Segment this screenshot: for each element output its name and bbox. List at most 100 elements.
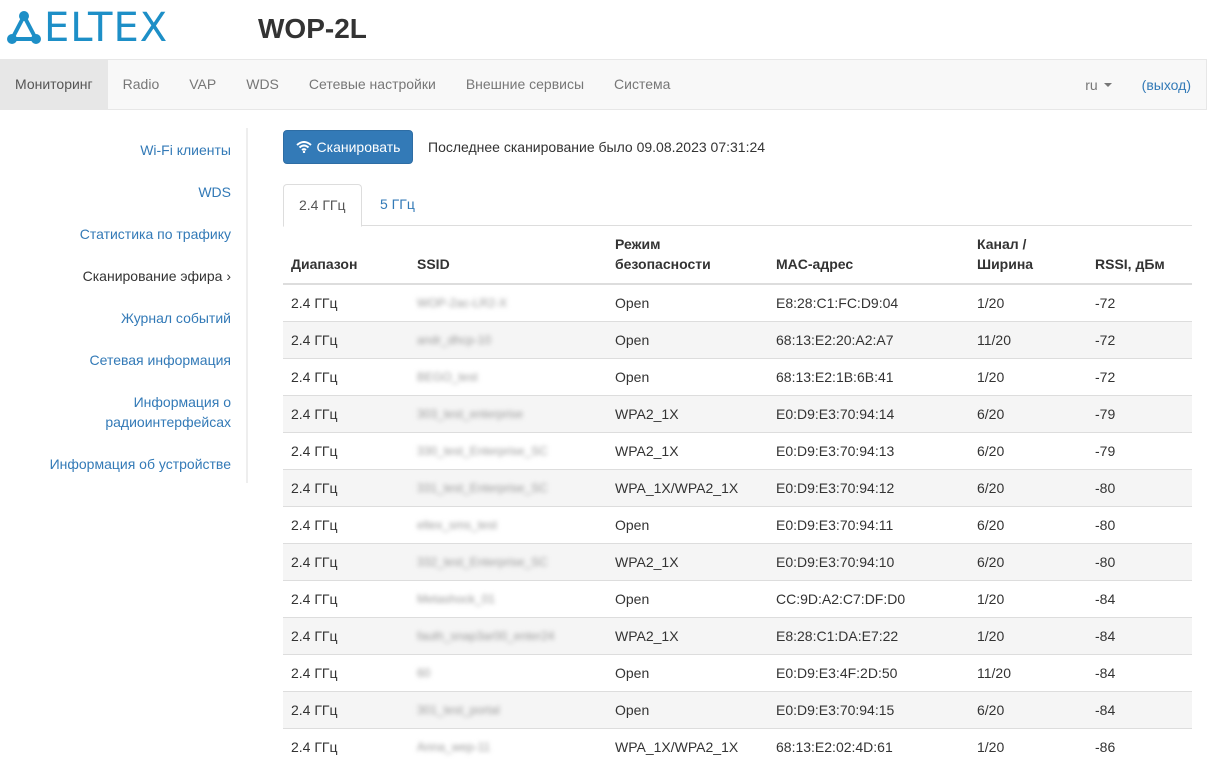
cell-ssid: BEGO_test — [409, 357, 607, 395]
table-row[interactable]: 2.4 ГГц andr_dhcp-10 Open 68:13:E2:20:A2:A7… — [283, 320, 1192, 358]
cell-security: Open — [607, 690, 768, 728]
cell-security: Open — [607, 653, 768, 691]
cell-band: 2.4 ГГц — [283, 727, 409, 765]
device-title: WOP-2L — [258, 13, 367, 44]
cell-rssi: -80 — [1087, 542, 1192, 580]
table-row[interactable]: 2.4 ГГц Metashock_01 Open CC:9D:A2:C7:DF:D0… — [283, 579, 1192, 617]
cell-ssid: 303_test_enterprise — [409, 394, 607, 432]
cell-mac: E0:D9:E3:70:94:15 — [768, 690, 969, 728]
table-row[interactable]: 2.4 ГГц 330_test_Enterprise_SC WPA2_1X E0:D… — [283, 431, 1192, 469]
cell-band: 2.4 ГГц — [283, 616, 409, 654]
cell-security: Open — [607, 505, 768, 543]
cell-channel: 1/20 — [969, 616, 1087, 654]
sidebar-item-wifi-clients[interactable]: Wi-Fi клиенты — [140, 140, 231, 160]
table-row[interactable]: 2.4 ГГц BEGO_test Open 68:13:E2:1B:6B:41 1/2… — [283, 357, 1192, 395]
ssid-redacted-text: eltex_sms_test — [417, 518, 498, 532]
cell-channel: 6/20 — [969, 690, 1087, 728]
column-header-band[interactable]: Диапазон — [283, 226, 409, 285]
cell-mac: CC:9D:A2:C7:DF:D0 — [768, 579, 969, 617]
cell-security: WPA2_1X — [607, 542, 768, 580]
main-navbar: Мониторинг Radio VAP WDS Сетевые настрой… — [0, 59, 1207, 110]
column-header-channel[interactable]: Канал / Ширина — [969, 226, 1087, 285]
nav-item-system[interactable]: Система — [599, 60, 685, 109]
cell-band: 2.4 ГГц — [283, 579, 409, 617]
tab-5ghz[interactable]: 5 ГГц — [365, 184, 430, 226]
cell-channel: 1/20 — [969, 579, 1087, 617]
band-tabs: 2.4 ГГц 5 ГГц — [283, 184, 1192, 227]
page-header: ELTEX WOP-2L — [0, 0, 1209, 58]
table-row[interactable]: 2.4 ГГц 303_test_enterprise WPA2_1X E0:D9:E… — [283, 394, 1192, 432]
column-header-ssid[interactable]: SSID — [409, 226, 607, 285]
cell-ssid: andr_dhcp-10 — [409, 320, 607, 358]
sidebar-item-radio-info[interactable]: Информация о радиоинтерфейсах — [105, 392, 231, 432]
nav-item-external-services[interactable]: Внешние сервисы — [451, 60, 599, 109]
cell-band: 2.4 ГГц — [283, 542, 409, 580]
table-row[interactable]: 2.4 ГГц fauth_snap3ar00_enter24 WPA2_1X E8:… — [283, 616, 1192, 654]
cell-rssi: -80 — [1087, 505, 1192, 543]
table-row[interactable]: 2.4 ГГц 332_test_Enterprise_SC WPA2_1X E0:D… — [283, 542, 1192, 580]
table-row[interactable]: 2.4 ГГц eltex_sms_test Open E0:D9:E3:70:94:… — [283, 505, 1192, 543]
cell-rssi: -80 — [1087, 468, 1192, 506]
cell-security: Open — [607, 357, 768, 395]
sidebar-item-radio-info-line1: Информация о — [133, 394, 231, 410]
column-header-mac[interactable]: MAC-адрес — [768, 226, 969, 285]
nav-item-monitoring[interactable]: Мониторинг — [0, 60, 108, 109]
cell-rssi: -72 — [1087, 283, 1192, 321]
cell-security: WPA_1X/WPA2_1X — [607, 727, 768, 765]
cell-band: 2.4 ГГц — [283, 394, 409, 432]
cell-band: 2.4 ГГц — [283, 468, 409, 506]
nav-list: Мониторинг Radio VAP WDS Сетевые настрой… — [0, 60, 685, 109]
sidebar-item-traffic-stats[interactable]: Статистика по трафику — [80, 224, 231, 244]
sidebar: Wi-Fi клиенты WDS Статистика по трафику … — [0, 128, 248, 483]
cell-band: 2.4 ГГц — [283, 431, 409, 469]
cell-channel: 1/20 — [969, 357, 1087, 395]
cell-ssid: WOP-2ac-LR2-X — [409, 283, 607, 321]
sidebar-item-device-info[interactable]: Информация об устройстве — [50, 454, 231, 474]
cell-mac: 68:13:E2:20:A2:A7 — [768, 320, 969, 358]
table-row[interactable]: 2.4 ГГц 60 Open E0:D9:E3:4F:2D:50 11/20 -84 — [283, 653, 1192, 691]
scan-button-label: Сканировать — [316, 139, 401, 155]
sidebar-item-wds[interactable]: WDS — [198, 182, 231, 202]
language-dropdown[interactable]: ru — [1085, 77, 1112, 93]
scan-button[interactable]: Сканировать — [283, 130, 413, 164]
column-header-security[interactable]: Режим безопасности — [607, 226, 768, 285]
sidebar-item-network-info[interactable]: Сетевая информация — [90, 350, 231, 370]
nav-item-network-settings[interactable]: Сетевые настройки — [294, 60, 451, 109]
tab-2-4ghz[interactable]: 2.4 ГГц — [283, 184, 362, 227]
column-header-rssi[interactable]: RSSI, дБм — [1087, 226, 1192, 285]
table-row[interactable]: 2.4 ГГц 331_test_Enterprise_SC WPA_1X/WPA2… — [283, 468, 1192, 506]
sidebar-item-radio-info-line2: радиоинтерфейсах — [105, 414, 231, 430]
ssid-redacted-text: Anna_wep-11 — [417, 740, 491, 755]
cell-rssi: -86 — [1087, 727, 1192, 765]
nav-item-wds[interactable]: WDS — [231, 60, 294, 109]
cell-security: WPA2_1X — [607, 394, 768, 432]
wifi-icon — [295, 141, 312, 153]
cell-channel: 6/20 — [969, 505, 1087, 543]
cell-ssid: 60 — [409, 653, 607, 691]
nav-item-radio[interactable]: Radio — [108, 60, 175, 109]
cell-ssid: 332_test_Enterprise_SC — [409, 542, 607, 580]
cell-mac: E8:28:C1:FC:D9:04 — [768, 283, 969, 321]
ssid-redacted-text: Metashock_01 — [417, 592, 496, 606]
cell-security: Open — [607, 283, 768, 321]
cell-band: 2.4 ГГц — [283, 320, 409, 358]
sidebar-item-event-log[interactable]: Журнал событий — [121, 308, 231, 328]
table-row[interactable]: 2.4 ГГц WOP-2ac-LR2-X Open E8:28:C1:FC:D9:0… — [283, 283, 1192, 321]
cell-band: 2.4 ГГц — [283, 653, 409, 691]
cell-channel: 6/20 — [969, 542, 1087, 580]
cell-band: 2.4 ГГц — [283, 357, 409, 395]
eltex-logo[interactable]: ELTEX — [6, 8, 168, 48]
cell-rssi: -72 — [1087, 357, 1192, 395]
ssid-redacted-text: 60 — [417, 666, 431, 680]
table-row[interactable]: 2.4 ГГц Anna_wep-11 WPA_1X/WPA2_1X 68:13:E2… — [283, 727, 1192, 765]
table-row[interactable]: 2.4 ГГц 301_test_portal Open E0:D9:E3:70:94… — [283, 690, 1192, 728]
ssid-redacted-text: 330_test_Enterprise_SC — [417, 444, 548, 458]
nav-item-vap[interactable]: VAP — [174, 60, 231, 109]
cell-ssid: 330_test_Enterprise_SC — [409, 431, 607, 469]
column-header-channel-line1: Канал / — [977, 236, 1027, 252]
ssid-redacted-text: 303_test_enterprise — [417, 407, 524, 421]
sidebar-item-air-scan[interactable]: Сканирование эфира › — [83, 266, 231, 286]
cell-channel: 6/20 — [969, 431, 1087, 469]
logout-link[interactable]: (выход) — [1142, 77, 1191, 93]
caret-down-icon — [1103, 82, 1112, 87]
